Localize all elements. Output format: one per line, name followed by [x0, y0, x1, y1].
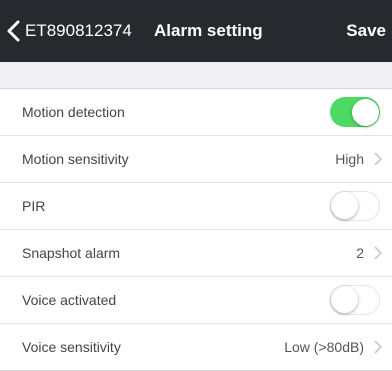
chevron-right-icon [374, 246, 382, 260]
setting-label: Voice activated [22, 292, 117, 308]
toggle-knob [331, 192, 358, 219]
section-spacer [0, 62, 392, 89]
setting-row-motion-detection: Motion detection [0, 89, 392, 136]
navigation-bar: ET890812374 Alarm setting Save [0, 0, 392, 62]
chevron-right-icon [374, 152, 382, 166]
setting-label: Snapshot alarm [22, 245, 121, 261]
setting-row-voice-activated: Voice activated [0, 277, 392, 324]
pir-toggle[interactable] [330, 191, 380, 221]
setting-value: Low (>80dB) [284, 339, 364, 355]
save-button[interactable]: Save [346, 0, 386, 62]
toggle-knob [352, 98, 379, 126]
page-title: Alarm setting [154, 21, 263, 40]
setting-row-voice-sensitivity[interactable]: Voice sensitivity Low (>80dB) [0, 324, 392, 371]
motion-detection-toggle[interactable] [330, 97, 380, 127]
chevron-right-icon [374, 340, 382, 354]
device-id: ET890812374 [25, 21, 132, 40]
setting-row-motion-sensitivity[interactable]: Motion sensitivity High [0, 136, 392, 183]
voice-activated-toggle[interactable] [330, 285, 380, 315]
settings-list: Motion detection Motion sensitivity High… [0, 89, 392, 371]
setting-label: PIR [22, 198, 46, 214]
setting-label: Motion sensitivity [22, 151, 129, 167]
setting-label: Motion detection [22, 104, 125, 120]
toggle-knob [331, 286, 358, 313]
setting-label: Voice sensitivity [22, 339, 121, 355]
setting-row-pir: PIR [0, 183, 392, 230]
setting-value: 2 [356, 245, 364, 261]
setting-value: High [335, 151, 364, 167]
chevron-left-icon [7, 20, 20, 42]
setting-row-snapshot-alarm[interactable]: Snapshot alarm 2 [0, 230, 392, 277]
